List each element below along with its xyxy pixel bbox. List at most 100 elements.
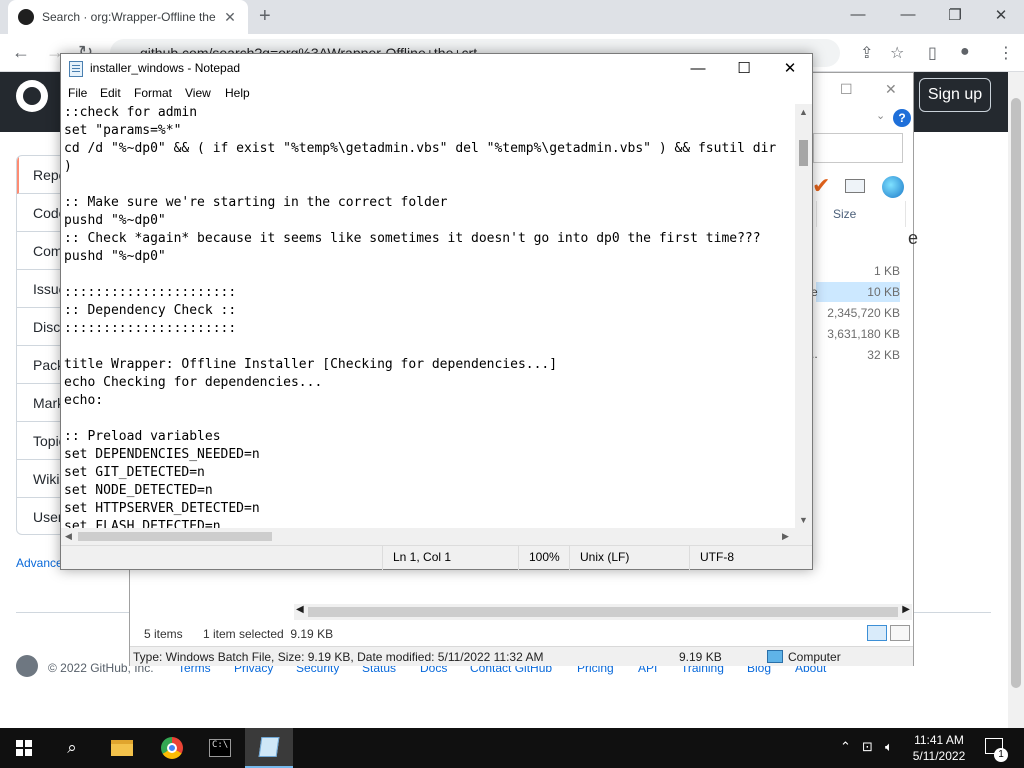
file-details-location: Computer [788, 650, 841, 664]
hscroll-left-icon[interactable]: ◀ [65, 531, 72, 542]
start-button[interactable] [0, 728, 48, 768]
taskbar-search-button[interactable]: ⌕ [48, 728, 96, 768]
browser-minimize-button-2[interactable]: — [893, 6, 923, 23]
zoom-level: 100% [518, 546, 560, 570]
browser-restore-button[interactable]: ❐ [940, 6, 970, 24]
selection-summary: 1 item selected 9.19 KB [203, 627, 334, 641]
taskbar: ⌕ C:\ ⌃ ⊡ 🔈︎ 11:41 AM 5/11/2022 1 [0, 728, 1024, 768]
scroll-up-icon[interactable]: ▲ [799, 107, 808, 117]
system-clock[interactable]: 11:41 AM 5/11/2022 [904, 732, 974, 764]
text-line: set GIT_DETECTED=n [64, 465, 205, 480]
scroll-left-icon[interactable]: ◀ [296, 604, 304, 615]
hscroll-right-icon[interactable]: ▶ [782, 531, 789, 542]
notepad-vscroll-thumb[interactable] [799, 140, 808, 166]
menu-file[interactable]: File [68, 86, 87, 100]
github-logo-icon[interactable] [16, 80, 48, 112]
bookmark-star-icon[interactable]: ☆ [890, 43, 904, 63]
explorer-maximize-button[interactable]: ☐ [840, 81, 853, 98]
menu-format[interactable]: Format [134, 86, 172, 100]
notepad-close-button[interactable]: ✕ [767, 57, 813, 81]
notepad-horizontal-scrollbar[interactable]: ◀ ▶ [61, 528, 795, 545]
menu-view[interactable]: View [185, 86, 211, 100]
notepad-maximize-button[interactable]: ☐ [721, 57, 767, 81]
text-line [64, 266, 795, 284]
file-details-text: Type: Windows Batch File, Size: 9.19 KB,… [133, 650, 544, 664]
size-column-header[interactable]: Size [816, 201, 906, 227]
taskbar-command-prompt[interactable]: C:\ [196, 728, 244, 768]
text-line [64, 176, 795, 194]
tab-close-icon[interactable]: ✕ [222, 9, 238, 26]
file-details-size: 9.19 KB [679, 650, 722, 664]
explorer-status-bar: 5 items 1 item selected 9.19 KB [130, 623, 913, 645]
text-line: echo: [64, 393, 104, 408]
text-line: :: Preload variables [64, 429, 221, 444]
notepad-minimize-button[interactable]: — [675, 57, 721, 81]
taskbar-notepad[interactable] [245, 728, 293, 768]
encoding: UTF-8 [689, 546, 734, 570]
notepad-status-bar: Ln 1, Col 1 100% Unix (LF) UTF-8 [61, 545, 812, 570]
globe-icon[interactable] [882, 176, 904, 198]
browser-tab[interactable]: Search · org:Wrapper-Offline the ✕ [8, 0, 248, 34]
file-size-cell[interactable]: 10 KB [816, 282, 900, 302]
taskbar-file-explorer[interactable] [98, 728, 146, 768]
explorer-search-box[interactable] [813, 133, 903, 163]
clock-date: 5/11/2022 [912, 749, 966, 763]
browser-minimize-button[interactable]: — [843, 6, 873, 23]
explorer-details-bar: Type: Windows Batch File, Size: 9.19 KB,… [130, 646, 913, 666]
browser-scroll-thumb[interactable] [1011, 98, 1021, 688]
share-icon[interactable]: ⇪ [860, 43, 873, 63]
text-line: :: Check *again* because it seems like s… [64, 231, 761, 246]
file-size-cell[interactable]: 2,345,720 KB [816, 303, 900, 323]
notepad-vertical-scrollbar[interactable]: ▲ ▼ [795, 104, 812, 528]
text-line: pushd "%~dp0" [64, 213, 166, 228]
text-line: set "params=%*" [64, 123, 182, 138]
notepad-titlebar[interactable]: installer_windows - Notepad — ☐ ✕ [61, 54, 812, 83]
file-size-cell[interactable]: 32 KB [816, 345, 900, 365]
browser-close-button[interactable]: ✕ [986, 6, 1016, 24]
github-footer-logo-icon[interactable] [16, 655, 38, 677]
scroll-corner [795, 528, 812, 545]
browser-scrollbar[interactable] [1008, 72, 1024, 728]
properties-icon[interactable] [845, 179, 865, 193]
text-line: pushd "%~dp0" [64, 249, 166, 264]
explorer-horizontal-scrollbar[interactable]: ◀ ▶ [294, 604, 912, 620]
explorer-hscroll-thumb[interactable] [308, 607, 898, 617]
text-line: title Wrapper: Offline Installer [Checki… [64, 357, 558, 372]
show-hidden-icons-icon[interactable]: ⌃ [840, 739, 851, 755]
signup-button[interactable]: Sign up [919, 78, 991, 112]
large-icons-view-icon[interactable] [890, 625, 910, 641]
folder-icon [111, 740, 133, 756]
file-size-cell[interactable]: 3,631,180 KB [816, 324, 900, 344]
notepad-hscroll-thumb[interactable] [78, 532, 272, 541]
text-line: echo Checking for dependencies... [64, 375, 323, 390]
notepad-window: installer_windows - Notepad — ☐ ✕ File E… [60, 53, 813, 570]
browser-menu-icon[interactable]: ⋮ [998, 43, 1014, 63]
browser-tabstrip: Search · org:Wrapper-Offline the ✕ + — —… [0, 0, 1024, 34]
new-tab-button[interactable]: + [259, 5, 271, 28]
text-line: :::::::::::::::::::::: [64, 285, 237, 300]
text-line: :: Dependency Check :: [64, 303, 237, 318]
ribbon-expand-icon[interactable]: ⌄ [876, 109, 885, 122]
notepad-title: installer_windows - Notepad [90, 61, 241, 75]
profile-icon[interactable]: ● [960, 43, 970, 61]
details-view-icon[interactable] [867, 625, 887, 641]
checkmark-icon[interactable]: ✔ [812, 173, 830, 199]
explorer-close-button[interactable]: ✕ [885, 81, 897, 98]
chrome-icon [161, 737, 183, 759]
notepad-text-area[interactable]: ::check for admin set "params=%*" cd /d "%… [61, 104, 795, 528]
scroll-right-icon[interactable]: ▶ [902, 604, 910, 615]
help-icon[interactable]: ? [893, 109, 911, 127]
notepad-app-icon[interactable] [69, 61, 83, 77]
volume-icon[interactable]: 🔈︎ [885, 739, 893, 755]
command-prompt-icon: C:\ [209, 739, 231, 757]
notepad-menubar: File Edit Format View Help [61, 83, 812, 104]
network-icon[interactable]: ⊡ [862, 739, 873, 755]
taskbar-chrome[interactable] [148, 728, 196, 768]
line-ending: Unix (LF) [569, 546, 629, 570]
menu-edit[interactable]: Edit [100, 86, 121, 100]
file-size-cell[interactable]: 1 KB [816, 261, 900, 281]
menu-help[interactable]: Help [225, 86, 250, 100]
back-button[interactable]: ← [12, 42, 30, 63]
side-panel-icon[interactable]: ▯ [928, 43, 937, 63]
scroll-down-icon[interactable]: ▼ [799, 515, 808, 525]
